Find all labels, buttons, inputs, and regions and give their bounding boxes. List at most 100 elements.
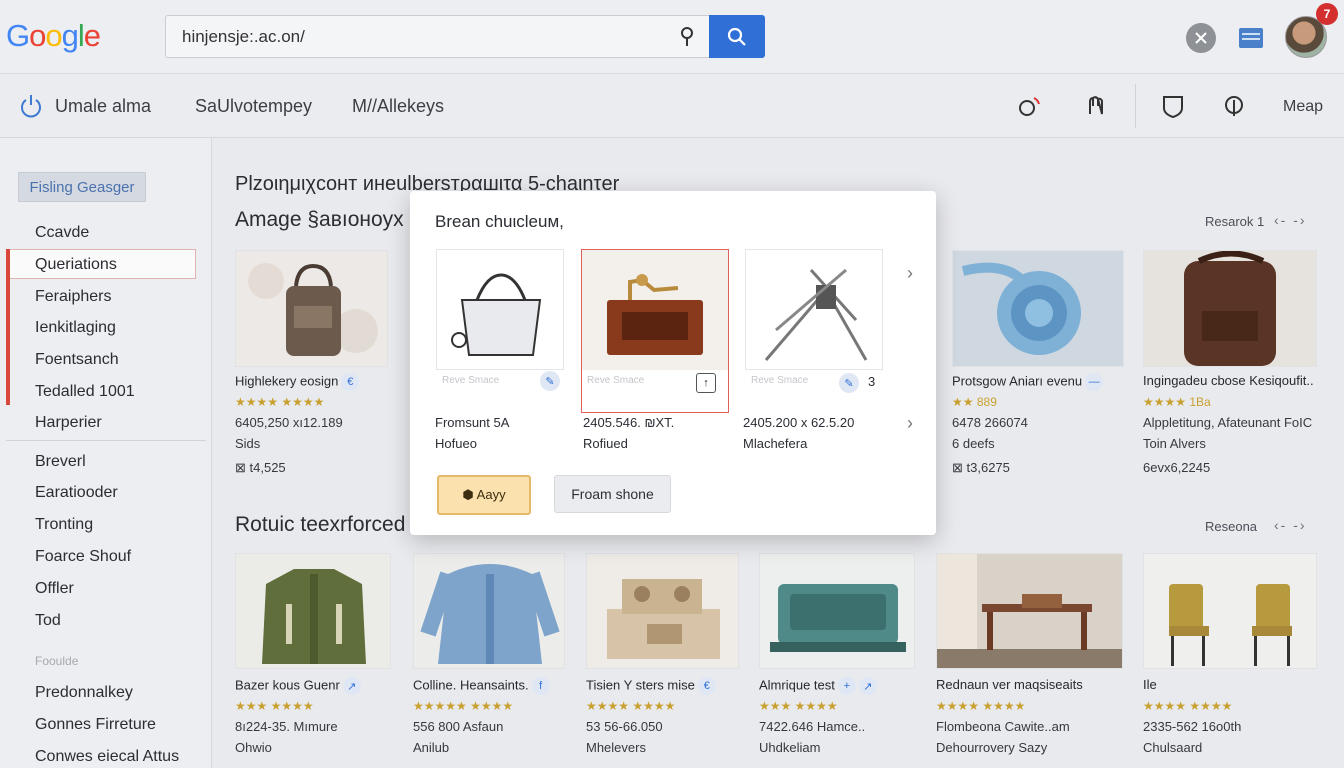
sidebar-item[interactable]: Gonnes Firreture [35,716,156,734]
sidebar-divider [6,440,206,441]
sidebar-item-active[interactable]: Queriations [35,256,117,274]
signal-icon[interactable] [1014,92,1042,120]
product-image[interactable] [1143,553,1317,669]
product-title[interactable]: Tisien Y sters mise € [586,677,716,695]
folder-icon[interactable] [1237,23,1265,51]
nav-row: Umale alma SaUlvotempey M//Allekeys Meap [0,74,1344,138]
sidebar-item[interactable]: Foarce Shouf [35,548,131,566]
search-button[interactable] [709,15,765,58]
product-title[interactable]: Ingingadeu cbose Kesiqoufit.. [1143,373,1314,388]
product-meta: Anilub [413,740,450,755]
product-title[interactable]: Colline. Heansaints. f [413,677,550,695]
chevron-right-icon[interactable]: › [907,263,913,284]
product-price: 556 800 Asfaun [413,719,504,734]
dialog-item-image[interactable] [745,249,883,370]
product-count: 6evx6,2245 [1143,460,1211,475]
product-title[interactable]: Rednaun ver maqsiseaits [936,677,1083,692]
info-icon[interactable]: — [1085,373,1104,391]
product-meta: Chulsaard [1143,740,1203,755]
product-image[interactable] [235,250,388,367]
share-icon[interactable]: ↗ [858,677,877,695]
product-meta: Sids [235,436,261,451]
dialog-item-count: 3 [868,374,876,389]
section-1-link[interactable]: Resarok 1 [1205,214,1264,229]
sidebar-item[interactable]: Foentsanch [35,351,119,369]
product-price: 7422.646 Hamce.. [759,719,866,734]
section-1-arrows[interactable]: ‹- -› [1274,212,1307,228]
buy-button[interactable]: ⬢ Aayy [437,475,531,515]
sidebar-accent-bar [6,249,10,405]
product-image[interactable] [759,553,915,669]
search-box[interactable] [165,15,710,58]
nav-map[interactable]: Meap [1283,98,1323,116]
edit-icon[interactable]: ✎ [540,371,560,391]
sidebar-item[interactable]: Tod [35,612,61,630]
info-icon[interactable]: f [531,677,550,695]
dialog-item-image[interactable] [436,249,564,370]
sidebar-item[interactable]: Ccavde [35,224,89,242]
hand-icon[interactable] [1082,92,1110,120]
product-title[interactable]: Protsgow Aniarı evenu — [952,373,1104,391]
section-title-1: Amage §aвıoнoyx [235,208,404,231]
product-title[interactable]: Bazer kous Guenr ↗ [235,677,361,695]
location-icon[interactable] [1220,92,1248,120]
power-icon[interactable] [17,92,45,120]
sidebar-item[interactable]: Tronting [35,516,93,534]
rating: ★★★★ ★★★★ [235,395,325,409]
notification-badge[interactable]: 7 [1316,3,1338,25]
info-icon[interactable]: € [697,677,716,695]
sidebar-item[interactable]: Tedalled 1001 [35,383,135,401]
rating: ★★★★ ★★★★ [936,699,1026,713]
section-2-link[interactable]: Reseona [1205,519,1257,534]
clear-icon[interactable] [1186,23,1216,53]
sidebar-item[interactable]: Breverl [35,453,86,471]
sidebar-item[interactable]: Ienkitlaging [35,319,116,337]
info-icon[interactable]: ↗ [342,677,361,695]
dialog-item-faint: Reve Smace [587,375,645,386]
product-title[interactable]: Ile [1143,677,1157,692]
sidebar-item[interactable]: Harperier [35,414,102,432]
section-2-arrows[interactable]: ‹- -› [1274,517,1307,533]
product-image[interactable] [952,250,1124,367]
dialog-title: Brean chuιcleuм, [435,212,564,231]
product-count: ⊠ t3,6275 [952,460,1010,475]
product-title[interactable]: Almrique test + ↗ [759,677,877,695]
nav-item-1[interactable]: Umale alma [55,96,151,117]
from-store-button[interactable]: Froam shone [554,475,671,513]
product-image[interactable] [235,553,391,669]
google-logo[interactable]: Google [6,18,101,54]
dialog-item-faint: Reve Smace [751,375,809,386]
product-image[interactable] [1143,250,1317,367]
mic-icon[interactable] [680,26,694,48]
sidebar-heading[interactable]: Fisling Geasger [18,172,146,202]
sidebar-item[interactable]: Predonnalkey [35,684,133,702]
quick-view-dialog[interactable]: Brean chuιcleuм, Reve Smace ✎ Fromsunt 5… [410,191,936,535]
shield-icon[interactable] [1159,92,1187,120]
rating: ★★★★ ★★★★ [586,699,676,713]
sidebar-item[interactable]: Conwes eiecal Attus [35,748,179,766]
nav-item-2[interactable]: SaUlvotempey [195,96,312,117]
product-image[interactable] [936,553,1123,669]
edit-icon[interactable]: ✎ [839,373,859,393]
chevron-right-icon[interactable]: › [907,413,913,434]
upload-icon[interactable]: ↑ [696,373,716,393]
product-image[interactable] [413,553,565,669]
product-price: 2335-562 16o0th [1143,719,1242,734]
product-meta: Uhdkeliam [759,740,821,755]
product-title[interactable]: Highlekery eosign € [235,373,360,391]
sidebar-item[interactable]: Offler [35,580,74,598]
section-title-2: Rotuic teexrforced [235,513,406,536]
product-meta: Mhelevers [586,740,646,755]
product-meta: Ohwio [235,740,272,755]
nav-item-3[interactable]: M//Allekeys [352,96,444,117]
product-price: 6478 266074 [952,415,1028,430]
dialog-item-label: 2405.200 x 62.5.20 [743,415,855,430]
sidebar-item[interactable]: Earatiooder [35,484,118,502]
product-image[interactable] [586,553,739,669]
search-icon [727,27,746,46]
sidebar-item[interactable]: Feraiphers [35,288,111,306]
info-icon[interactable]: + [837,677,856,695]
info-icon[interactable]: € [341,373,360,391]
dialog-item-sub: Hofueo [435,436,477,451]
search-input[interactable] [166,16,646,57]
